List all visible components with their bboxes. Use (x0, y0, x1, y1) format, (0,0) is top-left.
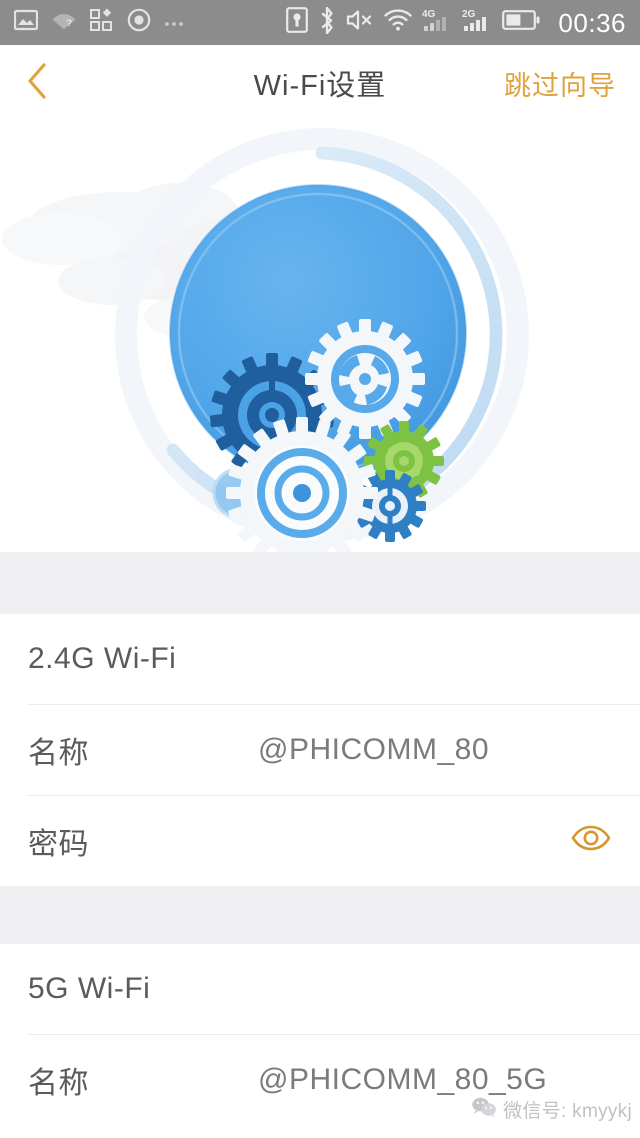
skip-wizard-button[interactable]: 跳过向导 (504, 64, 616, 103)
more-dots-icon (164, 14, 186, 32)
row-5g-name[interactable]: 名称 @PHICOMM_80_5G (0, 1034, 640, 1125)
photo-icon (14, 9, 38, 36)
label-24g-password: 密码 (28, 819, 258, 863)
label-24g-name: 名称 (28, 728, 258, 772)
svg-text:2G: 2G (462, 9, 476, 20)
wifi-setup-screen: ? 4G (0, 0, 640, 1138)
chevron-left-icon (26, 62, 48, 105)
battery-icon (502, 9, 540, 36)
svg-text:4G: 4G (422, 9, 436, 20)
svg-text:?: ? (67, 18, 73, 28)
section-title-24g: 2.4G Wi-Fi (0, 614, 640, 704)
status-bar-clock: 00:36 (558, 10, 626, 36)
wifi-unknown-icon: ? (51, 9, 77, 36)
gears-settings-illustration (0, 121, 640, 552)
qr-scan-icon (90, 8, 114, 37)
row-24g-name[interactable]: 名称 @PHICOMM_80 (0, 704, 640, 795)
wifi-icon (384, 8, 412, 37)
signal-2g-icon: 2G (462, 7, 492, 38)
section-title-5g: 5G Wi-Fi (0, 944, 640, 1034)
status-bar: ? 4G (0, 0, 640, 45)
section-separator-middle (0, 886, 640, 944)
section-24g-wifi: 2.4G Wi-Fi 名称 @PHICOMM_80 密码 (0, 614, 640, 886)
status-bar-left-icons: ? (14, 8, 186, 37)
eye-icon (570, 824, 612, 857)
screen-lock-icon (286, 7, 308, 38)
signal-4g-icon: 4G (422, 7, 452, 38)
value-24g-name: @PHICOMM_80 (258, 733, 614, 767)
record-icon (127, 8, 151, 37)
status-bar-right-icons: 4G 2G 00:36 (286, 7, 626, 39)
toggle-password-visibility-button[interactable] (568, 818, 614, 864)
volume-mute-icon (346, 8, 374, 37)
page-header: Wi-Fi设置 跳过向导 (0, 45, 640, 121)
section-separator-top (0, 552, 640, 614)
back-button[interactable] (0, 45, 74, 121)
value-5g-name: @PHICOMM_80_5G (258, 1063, 614, 1097)
row-24g-password[interactable]: 密码 (0, 795, 640, 886)
section-5g-wifi: 5G Wi-Fi 名称 @PHICOMM_80_5G (0, 944, 640, 1138)
bluetooth-icon (318, 7, 336, 39)
label-5g-name: 名称 (28, 1058, 258, 1102)
